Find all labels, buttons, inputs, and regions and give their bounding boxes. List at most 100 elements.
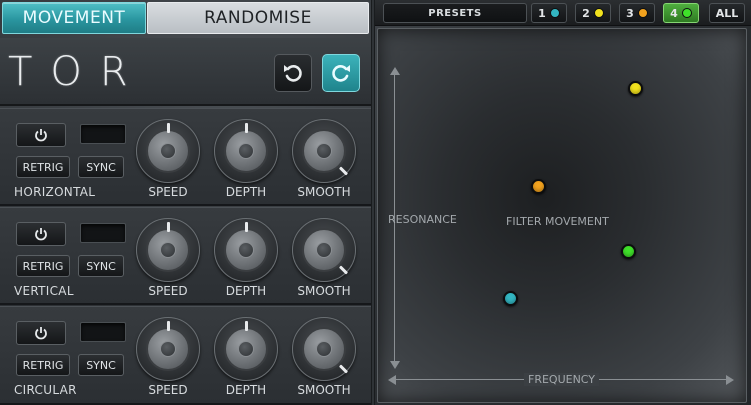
value-display xyxy=(80,223,126,243)
knob-cap xyxy=(146,129,190,173)
arrow-left-icon xyxy=(388,375,396,385)
power-button[interactable] xyxy=(16,321,66,345)
redo-button[interactable] xyxy=(322,54,360,92)
knob-cap xyxy=(146,327,190,371)
power-icon xyxy=(35,327,47,340)
modulation-panel: MOVEMENT RANDOMISE TOR RETRIG SYNC HORIZ… xyxy=(0,0,371,405)
speed-knob[interactable] xyxy=(136,317,200,381)
section-circular: RETRIG SYNC CIRCULAR SPEED DEPTH SMOOTH xyxy=(0,306,371,405)
slot-color-dot xyxy=(681,8,692,18)
power-button[interactable] xyxy=(16,222,66,246)
depth-knob[interactable] xyxy=(214,218,278,282)
knob-hub xyxy=(316,143,332,159)
depth-label: DEPTH xyxy=(225,284,267,298)
knob-hub xyxy=(160,341,176,357)
speed-label: SPEED xyxy=(148,383,188,397)
knob-indicator xyxy=(245,123,248,133)
depth-knob[interactable] xyxy=(214,119,278,183)
knob-indicator xyxy=(167,123,170,133)
power-button[interactable] xyxy=(16,123,66,147)
preset-slot-1[interactable]: 1 xyxy=(531,3,567,23)
sync-button[interactable]: SYNC xyxy=(78,156,124,178)
redo-icon xyxy=(332,65,350,82)
all-button[interactable]: ALL xyxy=(709,3,745,23)
smooth-knob[interactable] xyxy=(292,218,356,282)
depth-label: DEPTH xyxy=(225,383,267,397)
preset-slot-2[interactable]: 2 xyxy=(575,3,611,23)
sync-button[interactable]: SYNC xyxy=(78,255,124,277)
knob-indicator xyxy=(338,166,349,176)
section-vertical: RETRIG SYNC VERTICAL SPEED DEPTH SMOOTH xyxy=(0,207,371,305)
tab-randomise[interactable]: RANDOMISE xyxy=(147,2,369,34)
knob-hub xyxy=(238,143,254,159)
xy-handle-3[interactable] xyxy=(531,179,546,194)
smooth-label: SMOOTH xyxy=(297,383,351,397)
arrow-up-icon xyxy=(390,67,400,75)
slot-number: 4 xyxy=(670,6,678,20)
value-display xyxy=(80,124,126,144)
knob-hub xyxy=(238,242,254,258)
resonance-axis-label: RESONANCE xyxy=(388,213,457,226)
power-icon xyxy=(35,129,47,142)
knob-indicator xyxy=(245,222,248,232)
depth-knob[interactable] xyxy=(214,317,278,381)
arrow-down-icon xyxy=(390,361,400,369)
smooth-knob[interactable] xyxy=(292,119,356,183)
slot-number: 2 xyxy=(582,6,590,20)
slot-number: 1 xyxy=(538,6,546,20)
value-display xyxy=(80,322,126,342)
section-label: CIRCULAR xyxy=(14,383,77,397)
preset-slot-3[interactable]: 3 xyxy=(619,3,655,23)
logo: TOR xyxy=(8,49,146,95)
filter-xy-pad[interactable]: RESONANCE FREQUENCY FILTER MOVEMENT xyxy=(377,28,747,403)
preset-slot-4[interactable]: 4 xyxy=(663,3,699,23)
slot-color-dot xyxy=(637,8,648,18)
retrig-button[interactable]: RETRIG xyxy=(16,255,70,277)
slot-color-dot xyxy=(549,8,560,18)
speed-knob[interactable] xyxy=(136,218,200,282)
undo-icon xyxy=(284,65,302,82)
filter-movement-label: FILTER MOVEMENT xyxy=(506,215,609,228)
knob-hub xyxy=(238,341,254,357)
knob-hub xyxy=(316,242,332,258)
section-label: HORIZONTAL xyxy=(14,185,96,199)
depth-label: DEPTH xyxy=(225,185,267,199)
knob-hub xyxy=(160,242,176,258)
knob-indicator xyxy=(245,321,248,331)
filter-panel: PRESETS 1 2 3 4 ALL RESONANCE FREQUENCY … xyxy=(375,0,751,405)
knob-cap xyxy=(224,228,268,272)
presets-button[interactable]: PRESETS xyxy=(383,3,527,23)
knob-cap xyxy=(224,327,268,371)
section-horizontal: RETRIG SYNC HORIZONTAL SPEED DEPTH SMOOT… xyxy=(0,108,371,206)
sync-button[interactable]: SYNC xyxy=(78,354,124,376)
smooth-knob[interactable] xyxy=(292,317,356,381)
knob-indicator xyxy=(338,364,349,374)
tab-movement[interactable]: MOVEMENT xyxy=(2,2,146,34)
xy-handle-2[interactable] xyxy=(628,81,643,96)
xy-handle-4[interactable] xyxy=(621,244,636,259)
slot-number: 3 xyxy=(626,6,634,20)
power-icon xyxy=(35,228,47,241)
title-bar: TOR xyxy=(0,38,371,106)
xy-handle-1[interactable] xyxy=(503,291,518,306)
smooth-label: SMOOTH xyxy=(297,185,351,199)
tor-plugin-window: MOVEMENT RANDOMISE TOR RETRIG SYNC HORIZ… xyxy=(0,0,751,405)
knob-hub xyxy=(316,341,332,357)
knob-cap xyxy=(224,129,268,173)
speed-label: SPEED xyxy=(148,185,188,199)
frequency-axis-label: FREQUENCY xyxy=(524,373,600,386)
knob-hub xyxy=(160,143,176,159)
preset-bar: PRESETS 1 2 3 4 ALL xyxy=(375,0,751,26)
section-label: VERTICAL xyxy=(14,284,74,298)
knob-indicator xyxy=(167,321,170,331)
speed-knob[interactable] xyxy=(136,119,200,183)
slot-color-dot xyxy=(593,8,604,18)
smooth-label: SMOOTH xyxy=(297,284,351,298)
speed-label: SPEED xyxy=(148,284,188,298)
retrig-button[interactable]: RETRIG xyxy=(16,354,70,376)
knob-indicator xyxy=(167,222,170,232)
arrow-right-icon xyxy=(726,375,734,385)
undo-button[interactable] xyxy=(274,54,312,92)
retrig-button[interactable]: RETRIG xyxy=(16,156,70,178)
knob-cap xyxy=(146,228,190,272)
